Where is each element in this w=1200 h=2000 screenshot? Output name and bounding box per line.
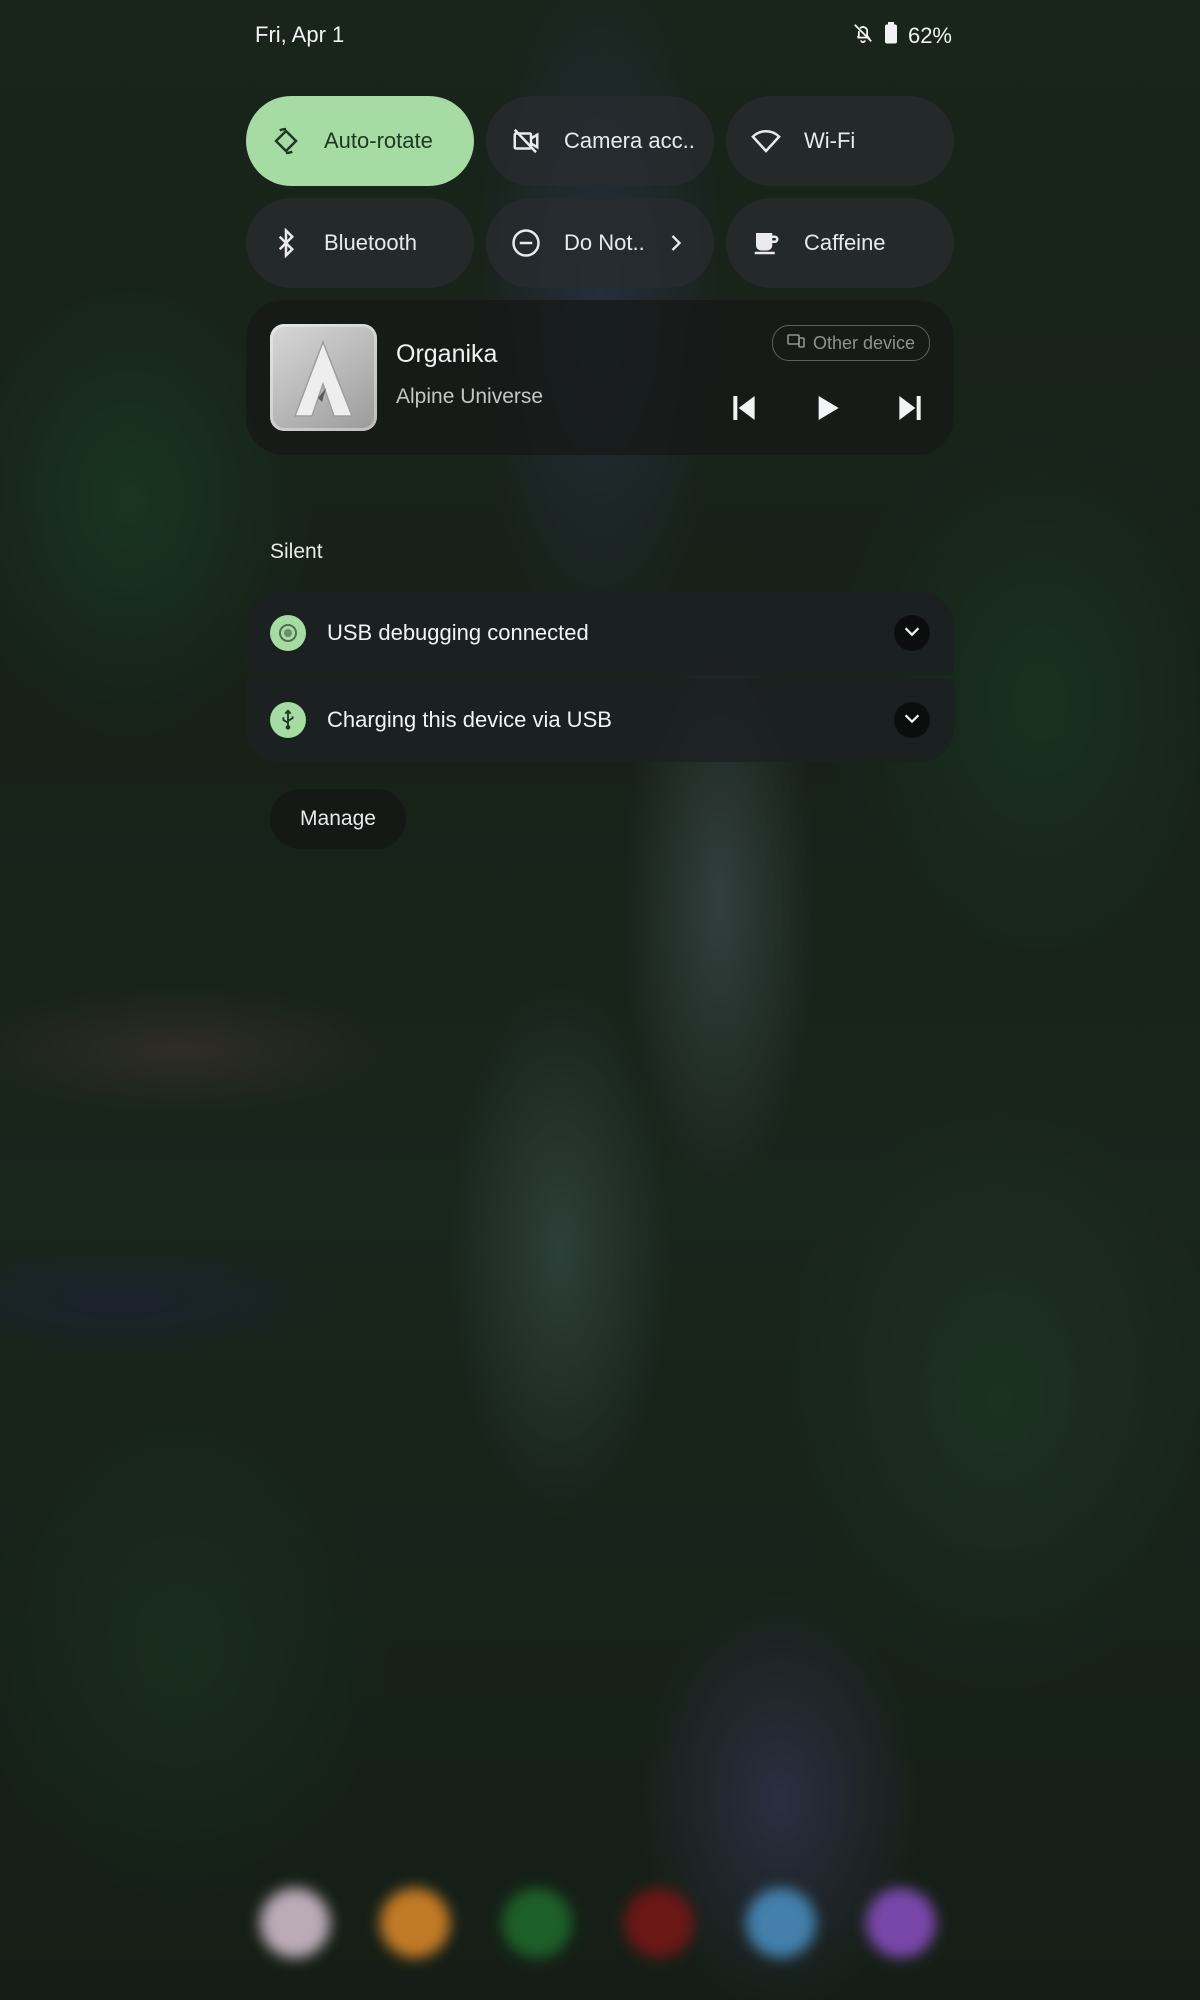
tile-label: Auto-rotate — [324, 128, 433, 153]
status-date: Fri, Apr 1 — [255, 22, 345, 47]
battery-icon — [884, 22, 898, 50]
do-not-disturb-icon — [510, 227, 542, 259]
usb-icon — [270, 702, 306, 738]
coffee-cup-icon — [750, 227, 782, 259]
dock-app-icon — [380, 1888, 450, 1958]
expand-button[interactable] — [894, 615, 930, 651]
dock-app-icon — [746, 1888, 816, 1958]
expand-button[interactable] — [894, 702, 930, 738]
tile-label: Caffeine — [804, 230, 886, 255]
play-button[interactable] — [806, 388, 850, 432]
tile-caffeine[interactable]: Caffeine — [726, 198, 954, 288]
media-artist: Alpine Universe — [396, 385, 544, 408]
status-icons: 62% — [852, 22, 952, 50]
notification-text: Charging this device via USB — [327, 707, 612, 732]
dock-app-icon — [624, 1888, 694, 1958]
tile-label: Camera acc.. — [564, 128, 695, 153]
dock-app-icon — [502, 1888, 572, 1958]
tile-bluetooth[interactable]: Bluetooth — [246, 198, 474, 288]
tile-camera-access[interactable]: Camera acc.. — [486, 96, 714, 186]
chevron-down-icon — [901, 707, 923, 734]
manage-notifications-button[interactable]: Manage — [270, 789, 406, 849]
output-device-chip[interactable]: Other device — [771, 325, 930, 361]
output-device-label: Other device — [812, 332, 915, 353]
wifi-icon — [750, 125, 782, 157]
chevron-right-icon — [662, 229, 690, 257]
media-player-card[interactable]: Organika Alpine Universe Other device — [246, 300, 954, 455]
bluetooth-icon — [270, 227, 302, 259]
devices-icon — [787, 333, 805, 354]
tile-label: Do Not.. — [564, 230, 645, 255]
usb-debug-icon — [270, 615, 306, 651]
album-art — [270, 324, 377, 431]
previous-button[interactable] — [722, 388, 766, 432]
auto-rotate-icon — [270, 125, 302, 157]
notification-usb-charging[interactable]: Charging this device via USB — [246, 678, 954, 762]
notifications-off-icon — [852, 22, 874, 50]
notification-shade-screen: Fri, Apr 1 62% Auto-rotate Camera acc.. … — [0, 0, 1200, 2000]
camera-off-icon — [510, 125, 542, 157]
media-title: Organika — [396, 340, 498, 368]
tile-label: Bluetooth — [324, 230, 417, 255]
tile-auto-rotate[interactable]: Auto-rotate — [246, 96, 474, 186]
notification-text: USB debugging connected — [327, 620, 589, 645]
section-header-silent: Silent — [270, 540, 323, 563]
dock-app-icon — [866, 1888, 936, 1958]
tile-do-not-disturb[interactable]: Do Not.. — [486, 198, 714, 288]
play-icon — [812, 392, 844, 429]
chevron-down-icon — [901, 620, 923, 647]
notification-usb-debugging[interactable]: USB debugging connected — [246, 591, 954, 675]
previous-icon — [728, 392, 760, 429]
next-button[interactable] — [888, 388, 932, 432]
dock-app-icon — [260, 1888, 330, 1958]
tile-wifi[interactable]: Wi-Fi — [726, 96, 954, 186]
battery-percent: 62% — [907, 23, 952, 48]
next-icon — [894, 392, 926, 429]
tile-label: Wi-Fi — [804, 128, 856, 153]
